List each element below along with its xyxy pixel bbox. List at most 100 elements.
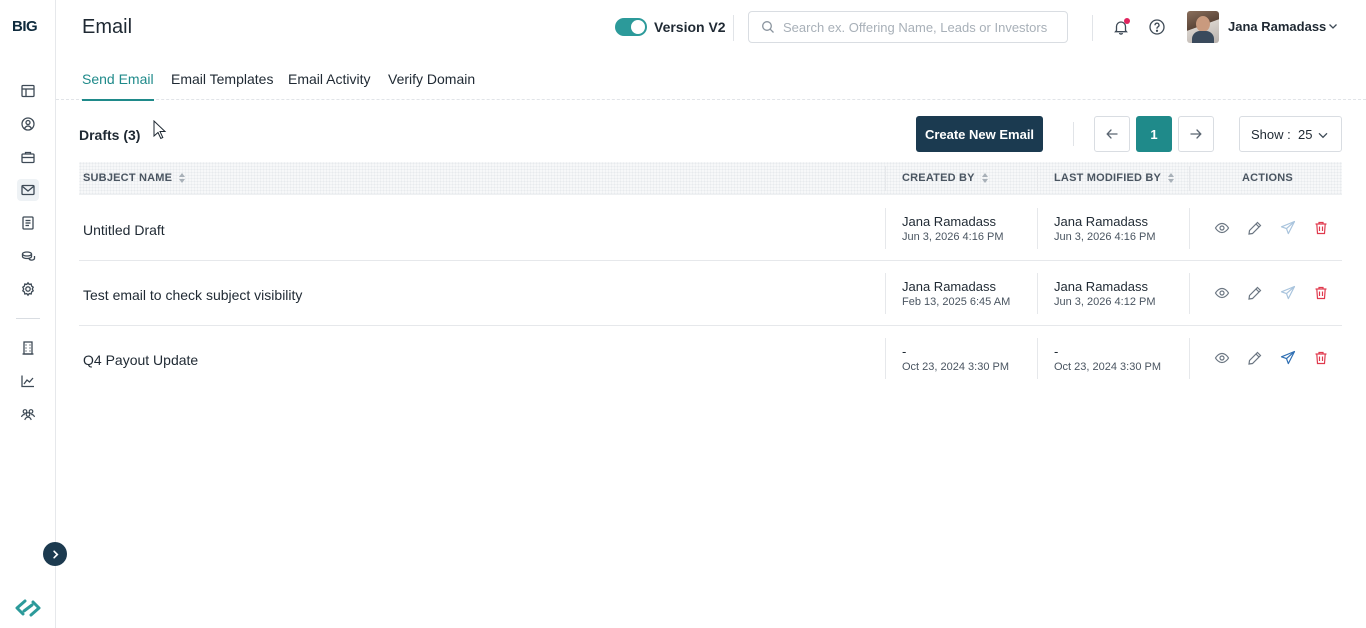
current-page-button[interactable]: 1 — [1136, 116, 1172, 152]
send-icon — [1280, 285, 1296, 300]
sidebar-item-distributions[interactable] — [17, 245, 39, 267]
tab-send-email[interactable]: Send Email — [82, 71, 154, 101]
page-title: Email — [82, 16, 133, 38]
version-toggle[interactable] — [615, 18, 647, 36]
global-search[interactable] — [748, 11, 1068, 43]
email-tabs: Send Email Email Templates Email Activit… — [56, 56, 1366, 101]
sidebar-item-email[interactable] — [17, 179, 39, 201]
sidebar-item-reports[interactable] — [17, 370, 39, 392]
edit-button[interactable] — [1246, 349, 1264, 367]
chart-line-icon — [21, 375, 34, 388]
help-icon — [1149, 19, 1165, 35]
table-header: SUBJECT NAME CREATED BY LAST MODIFIED BY… — [79, 162, 1342, 195]
modified-by-name: Jana Ramadass — [1054, 214, 1148, 229]
eye-icon — [1214, 287, 1230, 299]
top-header: Email Version V2 Jana Ramadass — [56, 0, 1366, 56]
arrow-left-icon — [1106, 129, 1118, 139]
pencil-icon — [1248, 351, 1262, 365]
column-divider — [1037, 338, 1038, 379]
subject-cell[interactable]: Untitled Draft — [83, 222, 165, 238]
drafts-count-label: Drafts (3) — [79, 127, 141, 143]
sort-icon — [1168, 173, 1175, 183]
users-group-icon — [20, 409, 36, 421]
bottom-brand-logo-icon — [12, 596, 44, 620]
avatar[interactable] — [1187, 11, 1219, 43]
sidebar-item-sponsors[interactable] — [17, 337, 39, 359]
tab-email-activity[interactable]: Email Activity — [288, 71, 370, 99]
tab-email-templates[interactable]: Email Templates — [171, 71, 273, 99]
column-divider — [1189, 273, 1190, 314]
pencil-icon — [1248, 221, 1262, 235]
next-page-button[interactable] — [1178, 116, 1214, 152]
sidebar-item-profile[interactable] — [17, 113, 39, 135]
help-button[interactable] — [1146, 16, 1168, 38]
column-divider — [1037, 273, 1038, 314]
modified-at-date: Oct 23, 2024 3:30 PM — [1054, 361, 1162, 373]
coins-icon — [21, 251, 36, 261]
created-at-date: Oct 23, 2024 3:30 PM — [902, 361, 1010, 373]
table-row[interactable]: Q4 Payout Update - Oct 23, 2024 3:30 PM … — [79, 326, 1342, 391]
page-size-value: Show : 25 — [1251, 126, 1313, 142]
sidebar-item-offerings[interactable] — [17, 146, 39, 168]
table-row[interactable]: Test email to check subject visibility J… — [79, 261, 1342, 326]
user-circle-icon — [21, 117, 35, 131]
send-button[interactable] — [1279, 284, 1297, 302]
delete-button[interactable] — [1312, 219, 1330, 237]
brand-logo[interactable]: BIG — [12, 18, 38, 35]
briefcase-icon — [21, 151, 35, 164]
user-name[interactable]: Jana Ramadass — [1228, 19, 1326, 34]
created-by-name: - — [902, 344, 907, 359]
search-input[interactable] — [783, 19, 1063, 35]
column-divider — [885, 166, 886, 191]
edit-button[interactable] — [1246, 219, 1264, 237]
sidebar-item-dashboard[interactable] — [17, 80, 39, 102]
sidebar-item-investors[interactable] — [17, 403, 39, 425]
notification-dot — [1124, 18, 1130, 24]
view-button[interactable] — [1213, 349, 1231, 367]
created-by-name: Jana Ramadass — [902, 214, 996, 229]
notifications-button[interactable] — [1110, 16, 1132, 38]
page-size-select[interactable]: Show : 25 — [1239, 116, 1342, 152]
create-new-email-button[interactable]: Create New Email — [916, 116, 1043, 152]
search-icon — [762, 21, 774, 33]
column-divider — [1037, 166, 1038, 191]
sidebar-item-settings[interactable] — [17, 278, 39, 300]
view-button[interactable] — [1213, 284, 1231, 302]
send-button[interactable] — [1279, 219, 1297, 237]
settings-icon — [21, 281, 35, 297]
column-header-created-by[interactable]: CREATED BY — [902, 172, 989, 184]
document-icon — [22, 216, 34, 230]
column-header-subject[interactable]: SUBJECT NAME — [83, 172, 186, 184]
subject-cell[interactable]: Test email to check subject visibility — [83, 287, 302, 303]
modified-by-name: Jana Ramadass — [1054, 279, 1148, 294]
modified-by-name: - — [1054, 344, 1059, 359]
trash-icon — [1315, 221, 1327, 235]
delete-button[interactable] — [1312, 284, 1330, 302]
header-divider — [1092, 15, 1093, 41]
send-icon — [1280, 220, 1296, 235]
mail-icon — [21, 184, 35, 196]
subject-cell[interactable]: Q4 Payout Update — [83, 352, 198, 368]
toolbar-divider — [1073, 122, 1074, 146]
sidebar-divider — [16, 318, 40, 319]
version-label: Version V2 — [654, 19, 726, 35]
previous-page-button[interactable] — [1094, 116, 1130, 152]
column-header-last-modified-by[interactable]: LAST MODIFIED BY — [1054, 172, 1175, 184]
sidebar-item-documents[interactable] — [17, 212, 39, 234]
chevron-right-icon — [52, 549, 59, 559]
tab-verify-domain[interactable]: Verify Domain — [388, 71, 475, 99]
pencil-icon — [1248, 286, 1262, 300]
delete-button[interactable] — [1312, 349, 1330, 367]
view-button[interactable] — [1213, 219, 1231, 237]
sidebar-expand-button[interactable] — [43, 542, 67, 566]
column-divider — [1037, 208, 1038, 249]
arrow-right-icon — [1190, 129, 1202, 139]
edit-button[interactable] — [1246, 284, 1264, 302]
chevron-down-icon — [1318, 132, 1328, 139]
send-button[interactable] — [1279, 349, 1297, 367]
sort-icon — [981, 173, 988, 183]
chevron-down-icon[interactable] — [1327, 20, 1339, 32]
trash-icon — [1315, 351, 1327, 365]
created-at-date: Jun 3, 2026 4:16 PM — [902, 231, 1004, 243]
table-row[interactable]: Untitled Draft Jana Ramadass Jun 3, 2026… — [79, 196, 1342, 261]
